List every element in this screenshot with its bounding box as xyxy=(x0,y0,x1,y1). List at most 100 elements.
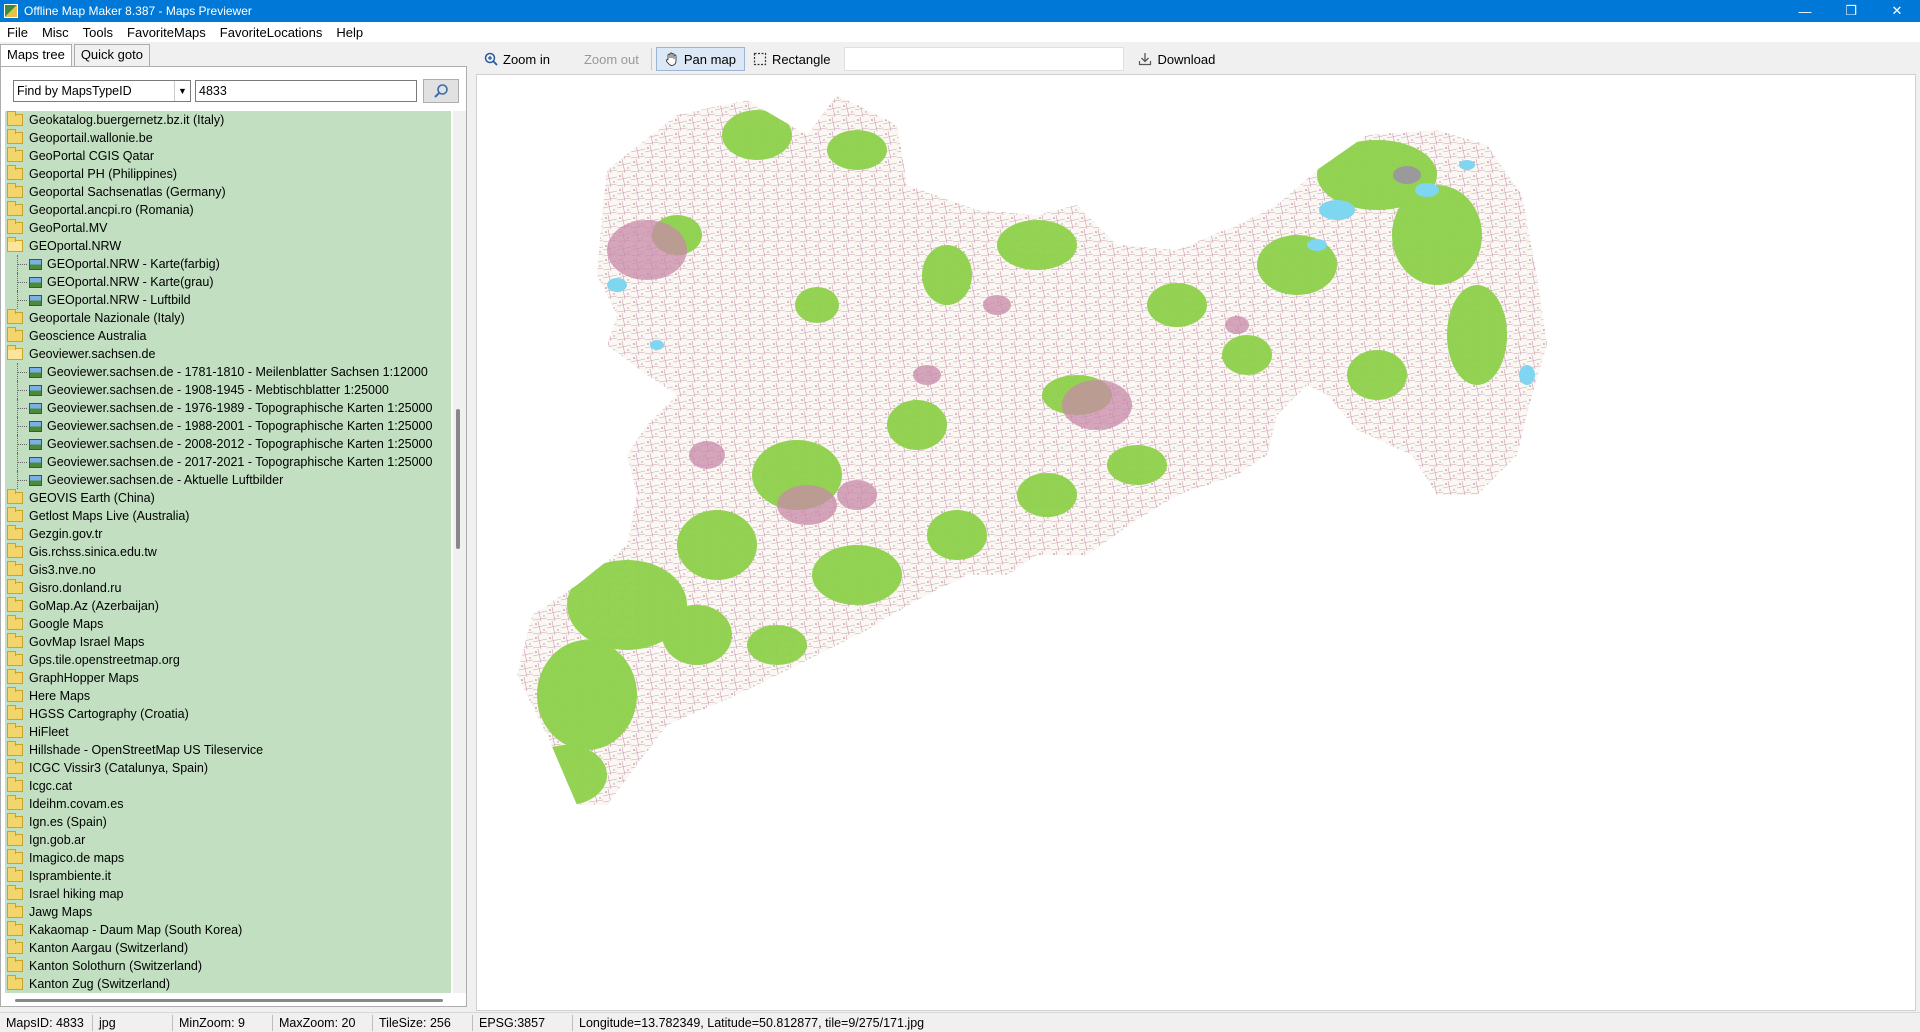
zoom-out-button[interactable]: Zoom out xyxy=(576,47,647,71)
zoom-in-label: Zoom in xyxy=(503,51,550,67)
rectangle-select-icon xyxy=(753,52,767,66)
tree-map-item[interactable]: GEOportal.NRW - Luftbild xyxy=(5,291,451,309)
tree-map-item[interactable]: Geoviewer.sachsen.de - 1976-1989 - Topog… xyxy=(5,399,451,417)
tree-vertical-scrollbar[interactable] xyxy=(453,111,466,993)
tree-folder-item[interactable]: Getlost Maps Live (Australia) xyxy=(5,507,451,525)
download-button[interactable]: Download xyxy=(1130,47,1223,71)
menu-tools[interactable]: Tools xyxy=(76,25,120,40)
tree-folder-item[interactable]: Ideihm.covam.es xyxy=(5,795,451,813)
tree-map-item[interactable]: GEOportal.NRW - Karte(grau) xyxy=(5,273,451,291)
tree-item-label: GEOportal.NRW xyxy=(29,239,122,253)
tree-item-label: Icgc.cat xyxy=(29,779,73,793)
tree-folder-item[interactable]: Kanton Zug (Switzerland) xyxy=(5,975,451,993)
tree-folder-item[interactable]: Geoviewer.sachsen.de xyxy=(5,345,451,363)
tree-map-item[interactable]: Geoviewer.sachsen.de - 1988-2001 - Topog… xyxy=(5,417,451,435)
tree-map-item[interactable]: Geoviewer.sachsen.de - 2008-2012 - Topog… xyxy=(5,435,451,453)
tree-folder-item[interactable]: Isprambiente.it xyxy=(5,867,451,885)
tree-folder-item[interactable]: Imagico.de maps xyxy=(5,849,451,867)
tree-folder-item[interactable]: Geoportail.wallonie.be xyxy=(5,129,451,147)
tree-folder-item[interactable]: Here Maps xyxy=(5,687,451,705)
folder-icon xyxy=(7,615,23,630)
tree-folder-item[interactable]: Geoportal PH (Philippines) xyxy=(5,165,451,183)
folder-icon xyxy=(7,759,23,774)
tree-item-label: Google Maps xyxy=(29,617,104,631)
pan-map-button[interactable]: Pan map xyxy=(655,47,745,71)
tree-folder-item[interactable]: GeoPortal CGIS Qatar xyxy=(5,147,451,165)
folder-icon xyxy=(7,831,23,846)
menu-misc[interactable]: Misc xyxy=(35,25,76,40)
find-mode-select[interactable]: Find by MapsTypeID ▼ xyxy=(13,80,191,102)
tree-folder-item[interactable]: GoMap.Az (Azerbaijan) xyxy=(5,597,451,615)
tree-folder-item[interactable]: Google Maps xyxy=(5,615,451,633)
tree-folder-item[interactable]: Jawg Maps xyxy=(5,903,451,921)
folder-icon xyxy=(7,507,23,522)
tree-folder-item[interactable]: ICGC Vissir3 (Catalunya, Spain) xyxy=(5,759,451,777)
tree-folder-item[interactable]: Gps.tile.openstreetmap.org xyxy=(5,651,451,669)
tree-folder-item[interactable]: Gis.rchss.sinica.edu.tw xyxy=(5,543,451,561)
tree-item-label: GEOportal.NRW - Karte(farbig) xyxy=(47,257,220,271)
tree-item-label: HiFleet xyxy=(29,725,69,739)
tree-folder-item[interactable]: GraphHopper Maps xyxy=(5,669,451,687)
tree-folder-item[interactable]: Kanton Solothurn (Switzerland) xyxy=(5,957,451,975)
tree-folder-item[interactable]: HGSS Cartography (Croatia) xyxy=(5,705,451,723)
tree-folder-item[interactable]: Gezgin.gov.tr xyxy=(5,525,451,543)
tree-item-label: Kanton Solothurn (Switzerland) xyxy=(29,959,203,973)
tree-folder-item[interactable]: Gisro.donland.ru xyxy=(5,579,451,597)
scrollbar-thumb[interactable] xyxy=(15,999,443,1002)
tree-folder-item[interactable]: Kanton Aargau (Switzerland) xyxy=(5,939,451,957)
tree-folder-item[interactable]: Geoportal Sachsenatlas (Germany) xyxy=(5,183,451,201)
zoom-in-button[interactable]: Zoom in xyxy=(476,47,558,71)
tree-folder-item[interactable]: GEOVIS Earth (China) xyxy=(5,489,451,507)
tree-horizontal-scrollbar[interactable] xyxy=(5,995,451,1005)
tree-folder-item[interactable]: Kakaomap - Daum Map (South Korea) xyxy=(5,921,451,939)
menu-favorite-locations[interactable]: FavoriteLocations xyxy=(213,25,330,40)
tree-folder-item[interactable]: Geoportale Nazionale (Italy) xyxy=(5,309,451,327)
tree-item-label: Gis3.nve.no xyxy=(29,563,96,577)
tree-item-label: GEOportal.NRW - Karte(grau) xyxy=(47,275,214,289)
tree-map-item[interactable]: Geoviewer.sachsen.de - 1908-1945 - Mebti… xyxy=(5,381,451,399)
tab-maps-tree[interactable]: Maps tree xyxy=(0,44,72,66)
folder-icon xyxy=(7,111,23,126)
tree-folder-item[interactable]: GEOportal.NRW xyxy=(5,237,451,255)
tree-folder-item[interactable]: Geokatalog.buergernetz.bz.it (Italy) xyxy=(5,111,451,129)
tree-folder-item[interactable]: Icgc.cat xyxy=(5,777,451,795)
find-input[interactable] xyxy=(195,80,417,102)
title-bar: Offline Map Maker 8.387 - Maps Previewer… xyxy=(0,0,1920,22)
close-button[interactable]: ✕ xyxy=(1874,0,1920,22)
map-preview[interactable] xyxy=(476,74,1916,1011)
map-layer-icon xyxy=(29,384,42,396)
status-max-zoom: MaxZoom: 20 xyxy=(273,1014,373,1031)
tree-folder-item[interactable]: Geoportal.ancpi.ro (Romania) xyxy=(5,201,451,219)
tree-map-item[interactable]: Geoviewer.sachsen.de - 1781-1810 - Meile… xyxy=(5,363,451,381)
find-button[interactable] xyxy=(423,79,459,103)
scrollbar-thumb[interactable] xyxy=(456,409,460,549)
rectangle-button[interactable]: Rectangle xyxy=(745,47,839,71)
tree-folder-item[interactable]: GovMap Israel Maps xyxy=(5,633,451,651)
minimize-button[interactable]: — xyxy=(1782,0,1828,22)
map-layer-icon xyxy=(29,420,42,432)
tree-map-item[interactable]: Geoviewer.sachsen.de - Aktuelle Luftbild… xyxy=(5,471,451,489)
folder-icon xyxy=(7,309,23,324)
tree-folder-item[interactable]: Gis3.nve.no xyxy=(5,561,451,579)
tree-item-label: Gezgin.gov.tr xyxy=(29,527,103,541)
menu-file[interactable]: File xyxy=(0,25,35,40)
tree-item-label: GoMap.Az (Azerbaijan) xyxy=(29,599,159,613)
menu-favorite-maps[interactable]: FavoriteMaps xyxy=(120,25,213,40)
tree-folder-item[interactable]: Israel hiking map xyxy=(5,885,451,903)
tree-folder-item[interactable]: HiFleet xyxy=(5,723,451,741)
tree-folder-item[interactable]: Hillshade - OpenStreetMap US Tileservice xyxy=(5,741,451,759)
chevron-down-icon[interactable]: ▼ xyxy=(174,81,190,101)
tree-item-label: Gps.tile.openstreetmap.org xyxy=(29,653,180,667)
saxony-map[interactable] xyxy=(477,75,1916,1011)
tree-map-item[interactable]: GEOportal.NRW - Karte(farbig) xyxy=(5,255,451,273)
tree-map-item[interactable]: Geoviewer.sachsen.de - 2017-2021 - Topog… xyxy=(5,453,451,471)
maximize-button[interactable]: ❐ xyxy=(1828,0,1874,22)
tree-folder-item[interactable]: GeoPortal.MV xyxy=(5,219,451,237)
tab-quick-goto[interactable]: Quick goto xyxy=(73,44,150,66)
tree-folder-item[interactable]: Ign.gob.ar xyxy=(5,831,451,849)
menu-help[interactable]: Help xyxy=(329,25,370,40)
tree-folder-item[interactable]: Geoscience Australia xyxy=(5,327,451,345)
tree-folder-item[interactable]: Ign.es (Spain) xyxy=(5,813,451,831)
maps-tree: Geokatalog.buergernetz.bz.it (Italy) Geop… xyxy=(5,111,451,993)
folder-icon xyxy=(7,867,23,882)
